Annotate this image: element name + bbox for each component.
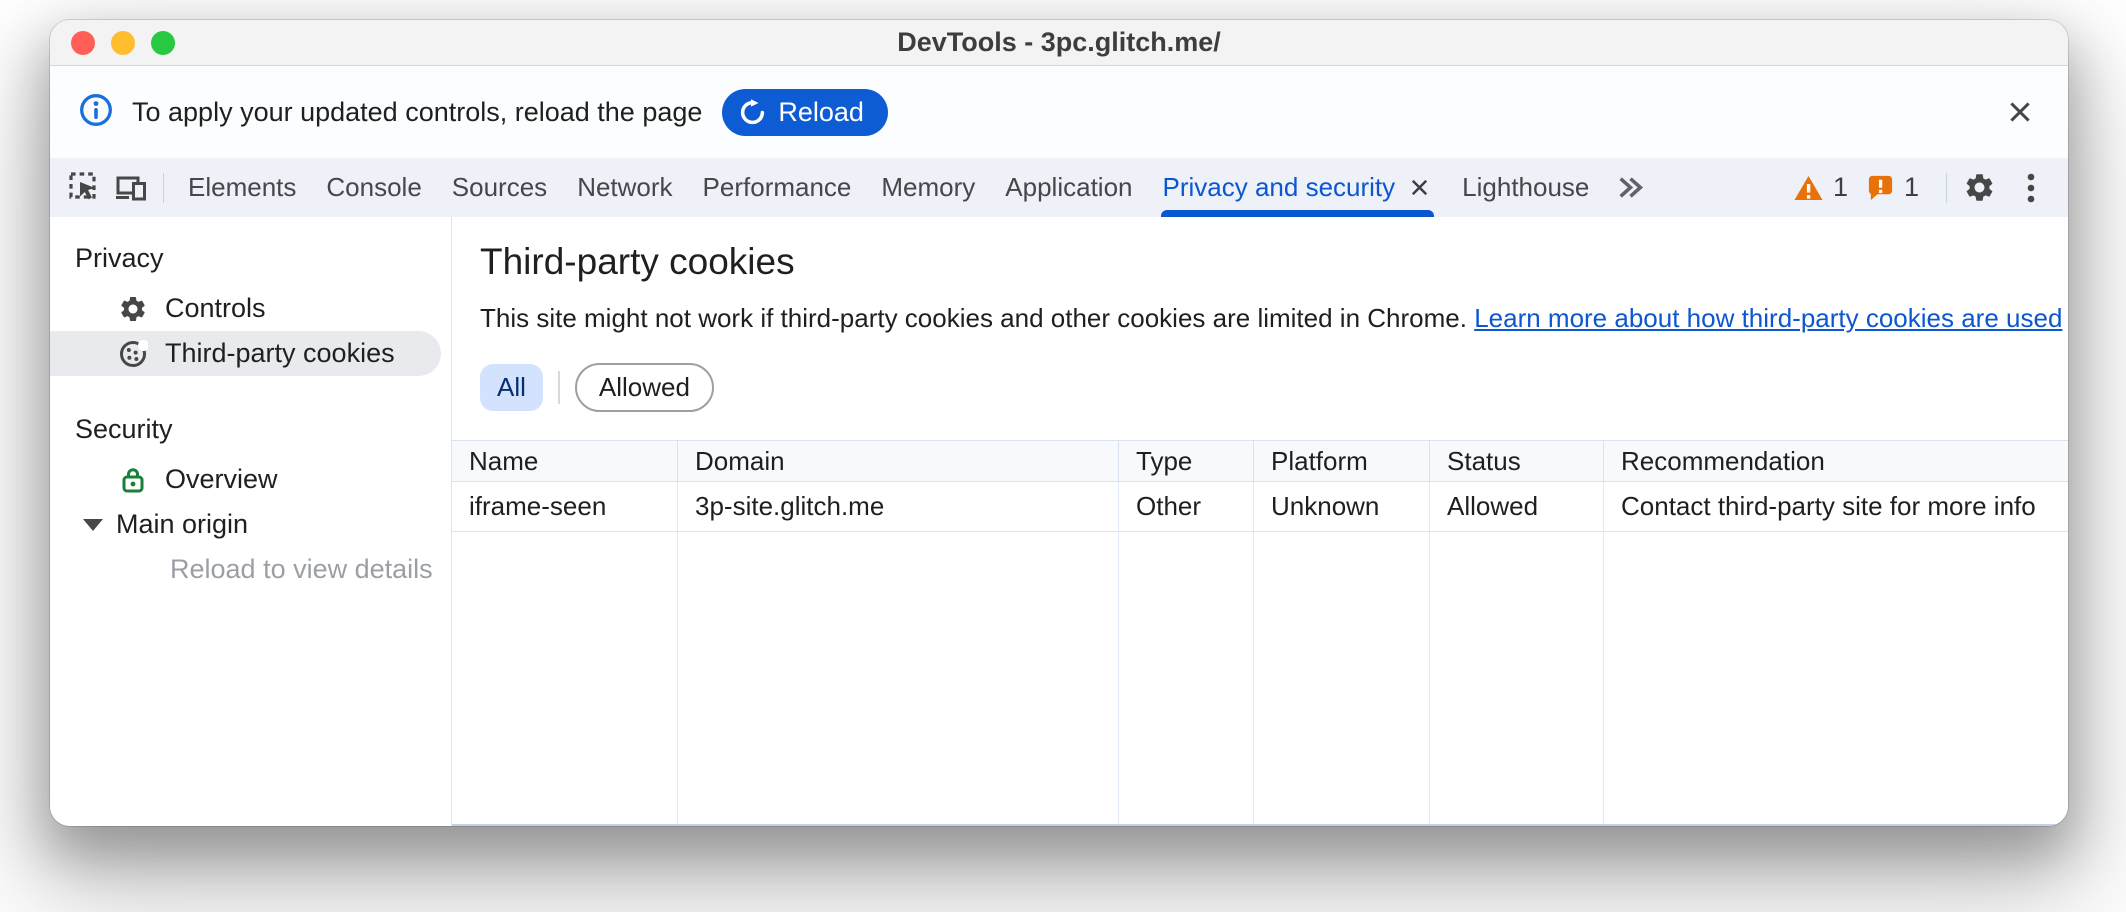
sidebar-section-privacy: Privacy: [50, 233, 451, 286]
table-filler-column: [452, 532, 678, 824]
table-filler-column: [1430, 532, 1604, 824]
warnings-badge[interactable]: 1: [1793, 172, 1848, 203]
inspect-icon[interactable]: [62, 158, 108, 217]
sidebar-item-third-party-cookies[interactable]: Third-party cookies: [50, 331, 441, 376]
devtools-tabbar: Elements Console Sources Network Perform…: [50, 158, 2068, 217]
tab-performance[interactable]: Performance: [688, 158, 867, 217]
sidebar-item-label: Controls: [165, 293, 266, 324]
tab-application[interactable]: Application: [990, 158, 1147, 217]
reload-infobar: To apply your updated controls, reload t…: [50, 66, 2068, 158]
issue-count: 1: [1904, 172, 1919, 203]
table-filler-column: [1604, 532, 2068, 824]
table-filler-column: [1119, 532, 1254, 824]
tab-memory[interactable]: Memory: [866, 158, 990, 217]
sidebar-item-overview[interactable]: Overview: [50, 457, 451, 502]
panel-description: This site might not work if third-party …: [480, 301, 2038, 335]
devtools-window: DevTools - 3pc.glitch.me/ To apply your …: [50, 20, 2068, 826]
gear-icon: [118, 294, 148, 324]
tab-label: Elements: [188, 172, 296, 203]
tab-label: Performance: [703, 172, 852, 203]
tab-label: Application: [1005, 172, 1132, 203]
chip-divider: [558, 371, 560, 404]
column-header-platform[interactable]: Platform: [1254, 441, 1430, 482]
tab-console[interactable]: Console: [311, 158, 436, 217]
issues-icon: [1866, 173, 1895, 202]
cookies-table: Name Domain Type Platform Status Recomme…: [452, 440, 2068, 826]
column-header-name[interactable]: Name: [452, 441, 678, 482]
reload-button[interactable]: Reload: [722, 89, 888, 136]
more-options-icon[interactable]: [2008, 171, 2054, 205]
tab-privacy-and-security[interactable]: Privacy and security: [1148, 158, 1448, 217]
table-cell-name[interactable]: iframe-seen: [452, 482, 678, 532]
infobar-message: To apply your updated controls, reload t…: [132, 97, 702, 128]
sidebar-reload-note: Reload to view details: [50, 547, 451, 592]
warning-count: 1: [1833, 172, 1848, 203]
table-cell-domain[interactable]: 3p-site.glitch.me: [678, 482, 1119, 532]
reload-button-label: Reload: [778, 97, 864, 128]
tabbar-right-cluster: 1 1: [1793, 158, 2054, 217]
tab-label: Lighthouse: [1462, 172, 1589, 203]
filter-chip-allowed[interactable]: Allowed: [575, 363, 714, 412]
sidebar-item-label: Main origin: [116, 509, 248, 540]
toolbar-divider: [1946, 173, 1947, 203]
toolbar-divider: [163, 173, 164, 203]
window-titlebar: DevTools - 3pc.glitch.me/: [50, 20, 2068, 66]
reload-icon: [739, 99, 766, 126]
info-icon: [78, 92, 114, 133]
tab-label: Sources: [452, 172, 547, 203]
tab-label: Network: [577, 172, 672, 203]
table-cell-platform[interactable]: Unknown: [1254, 482, 1430, 532]
sidebar-item-controls[interactable]: Controls: [50, 286, 451, 331]
sidebar-spacer: [50, 376, 451, 404]
filter-chips: All Allowed: [480, 363, 2038, 412]
tab-label: Privacy and security: [1163, 172, 1396, 203]
tab-close-icon[interactable]: [1407, 175, 1432, 200]
tab-label: Console: [326, 172, 421, 203]
column-header-status[interactable]: Status: [1430, 441, 1604, 482]
column-header-domain[interactable]: Domain: [678, 441, 1119, 482]
sidebar-section-security: Security: [50, 404, 451, 457]
sidebar-item-label: Overview: [165, 464, 278, 495]
table-cell-recommendation[interactable]: Contact third-party site for more info: [1604, 482, 2068, 532]
page-title: Third-party cookies: [480, 241, 2038, 283]
issues-badge[interactable]: 1: [1866, 172, 1919, 203]
cookie-icon: [118, 339, 148, 369]
caret-down-icon: [83, 519, 103, 531]
infobar-close-icon[interactable]: [2000, 92, 2040, 132]
lock-icon: [118, 465, 148, 495]
table-filler-column: [678, 532, 1119, 824]
window-title: DevTools - 3pc.glitch.me/: [50, 27, 2068, 58]
tab-sources[interactable]: Sources: [437, 158, 562, 217]
tab-elements[interactable]: Elements: [173, 158, 311, 217]
filter-chip-all[interactable]: All: [480, 364, 543, 411]
column-header-recommendation[interactable]: Recommendation: [1604, 441, 2068, 482]
device-toolbar-icon[interactable]: [108, 158, 154, 217]
third-party-cookies-panel: Third-party cookies This site might not …: [452, 217, 2068, 826]
tab-lighthouse[interactable]: Lighthouse: [1447, 158, 1604, 217]
description-text: This site might not work if third-party …: [480, 303, 1474, 333]
table-filler-column: [1254, 532, 1430, 824]
tab-label: Memory: [881, 172, 975, 203]
sidebar-item-main-origin[interactable]: Main origin: [50, 502, 451, 547]
column-header-type[interactable]: Type: [1119, 441, 1254, 482]
sidebar-item-label: Third-party cookies: [165, 338, 395, 369]
tab-network[interactable]: Network: [562, 158, 687, 217]
settings-gear-icon[interactable]: [1956, 171, 2002, 204]
learn-more-link[interactable]: Learn more about how third-party cookies…: [1474, 303, 2062, 333]
warning-icon: [1793, 174, 1824, 202]
panel-header: Third-party cookies This site might not …: [452, 217, 2068, 412]
table-cell-status[interactable]: Allowed: [1430, 482, 1604, 532]
more-tabs-icon[interactable]: [1604, 158, 1656, 217]
panel-content: Privacy Controls Third-party cookies Sec…: [50, 217, 2068, 826]
table-cell-type[interactable]: Other: [1119, 482, 1254, 532]
privacy-security-sidebar: Privacy Controls Third-party cookies Sec…: [50, 217, 452, 826]
